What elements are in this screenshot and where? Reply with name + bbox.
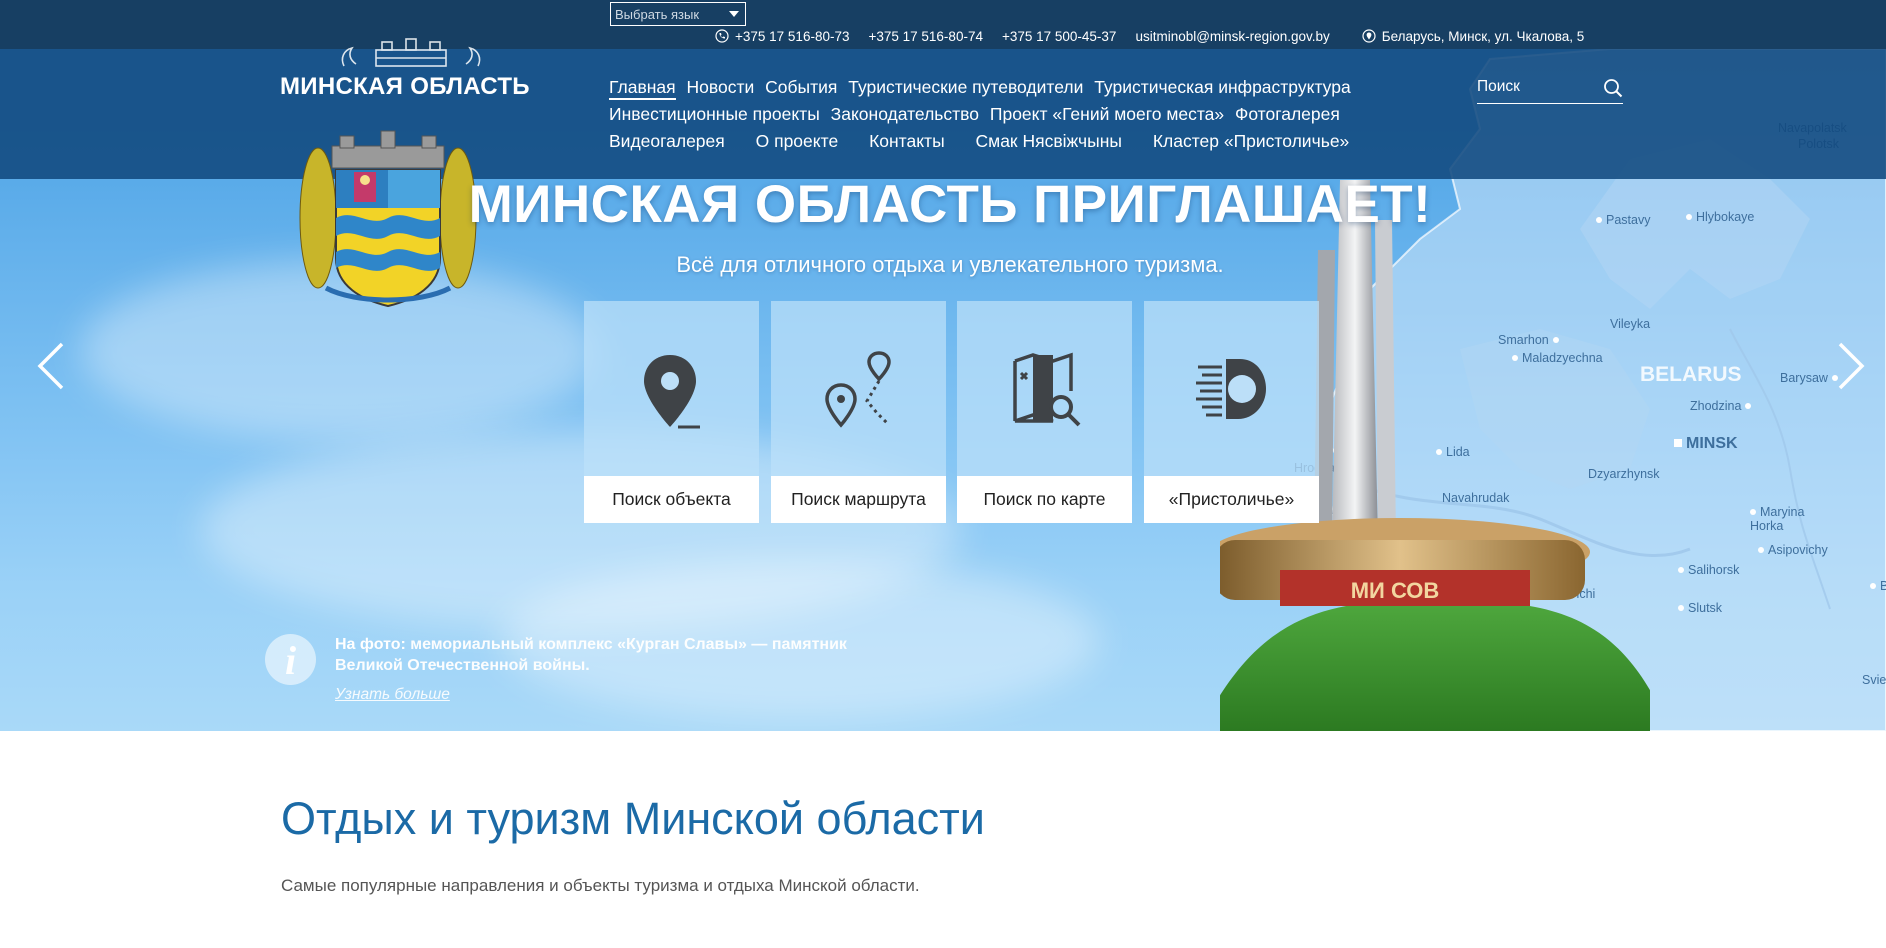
nav-genius-project[interactable]: Проект «Гений моего места» [990, 101, 1224, 128]
map-pin-icon [643, 355, 700, 429]
crown-logo-icon [341, 38, 481, 67]
tile-route-search[interactable]: Поиск маршрута [771, 301, 946, 523]
svg-text:МИ СОВ: МИ СОВ [1351, 578, 1440, 603]
phone-1[interactable]: +375 17 516-80-73 [735, 29, 849, 44]
tile-cluster[interactable]: «Пристоличье» [1144, 301, 1319, 523]
learn-more-link[interactable]: Узнать больше [335, 686, 450, 704]
hero-title: МИНСКАЯ ОБЛАСТЬ ПРИГЛАШАЕТ! [468, 175, 1432, 234]
cluster-logo-icon [1195, 359, 1266, 419]
search-input[interactable] [1477, 76, 1592, 98]
nav-video-gallery[interactable]: Видеогалерея [609, 128, 725, 155]
address-text: Беларусь, Минск, ул. Чкалова, 5 [1381, 28, 1585, 44]
search-icon[interactable] [1603, 78, 1623, 98]
site-logo-text[interactable]: МИНСКАЯ ОБЛАСТЬ [280, 73, 530, 101]
slider-prev-arrow[interactable] [32, 338, 72, 394]
section-description: Самые популярные направления и объекты т… [281, 876, 920, 895]
top-bar: Выбрать язык +375 17 516-80-73 +375 17 5… [0, 0, 1886, 49]
info-icon: i [265, 634, 316, 685]
tile-map-search-label: Поиск по карте [957, 476, 1132, 523]
nav-investment[interactable]: Инвестиционные проекты [609, 101, 820, 128]
chevron-down-icon [729, 11, 739, 17]
nav-news[interactable]: Новости [686, 74, 754, 101]
route-icon [824, 351, 891, 428]
phone-icon [715, 29, 729, 43]
nav-photo-gallery[interactable]: Фотогалерея [1235, 101, 1340, 128]
section-title: Отдых и туризм Минской области [281, 793, 985, 844]
contacts-bar: +375 17 516-80-73 +375 17 516-80-74 +375… [715, 26, 1603, 46]
nav-about[interactable]: О проекте [756, 128, 839, 155]
search-box [1477, 76, 1623, 104]
map-search-icon [1012, 352, 1080, 427]
nav-events[interactable]: События [765, 74, 837, 101]
slider-next-arrow[interactable] [1830, 338, 1870, 394]
nav-guides[interactable]: Туристические путеводители [848, 74, 1083, 101]
email-link[interactable]: usitminobl@minsk-region.gov.by [1135, 29, 1329, 44]
language-select[interactable]: Выбрать язык [610, 2, 746, 26]
main-nav: Главная Новости События Туристические пу… [609, 74, 1399, 155]
tile-object-search[interactable]: Поиск объекта [584, 301, 759, 523]
phone-2[interactable]: +375 17 516-80-74 [868, 29, 982, 44]
language-select-label: Выбрать язык [615, 6, 700, 22]
tile-cluster-label: «Пристоличье» [1144, 476, 1319, 523]
nav-home[interactable]: Главная [609, 76, 676, 100]
phone-3[interactable]: +375 17 500-45-37 [1002, 29, 1116, 44]
nav-cluster[interactable]: Кластер «Пристоличье» [1153, 128, 1349, 155]
tile-route-search-label: Поиск маршрута [771, 476, 946, 523]
nav-infrastructure[interactable]: Туристическая инфраструктура [1094, 74, 1350, 101]
photo-caption: На фото: мемориальный комплекс «Курган С… [335, 634, 895, 676]
hero-subtitle: Всё для отличного отдыха и увлекательног… [676, 252, 1224, 277]
nav-contacts[interactable]: Контакты [869, 128, 945, 155]
photo-caption-text: мемориальный комплекс «Курган Славы» — п… [335, 636, 847, 674]
tile-object-search-label: Поиск объекта [584, 476, 759, 523]
photo-caption-label: На фото: [335, 636, 406, 653]
nav-legislation[interactable]: Законодательство [831, 101, 979, 128]
tile-map-search[interactable]: Поиск по карте [957, 301, 1132, 523]
location-pin-icon [1362, 29, 1376, 43]
nav-smak[interactable]: Смак Нясвіжчыны [976, 128, 1122, 155]
